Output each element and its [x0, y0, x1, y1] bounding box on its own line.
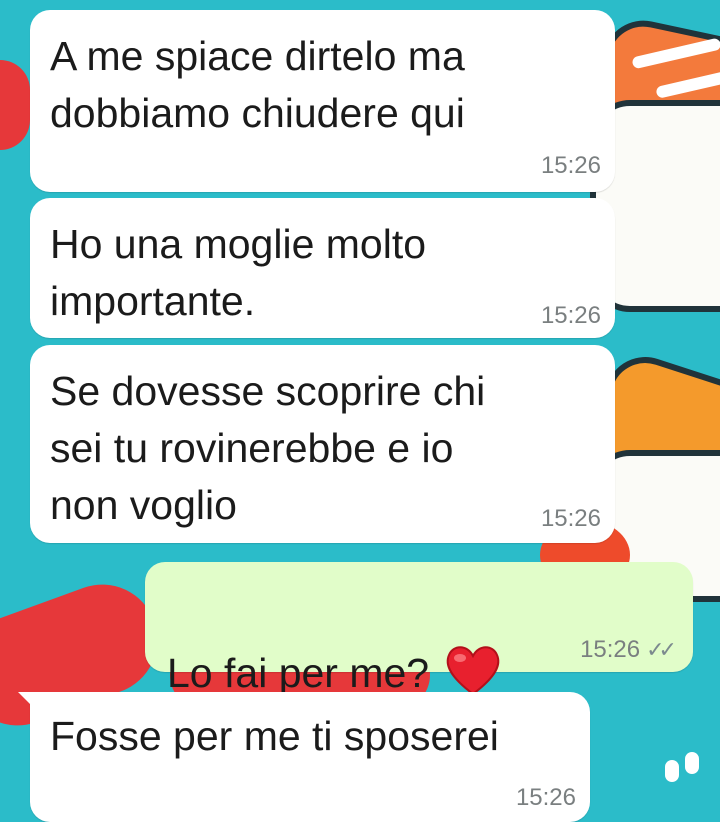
- timestamp-text: 15:26: [580, 636, 641, 663]
- message-text: Fosse per me ti sposerei: [50, 713, 499, 759]
- decoration-dot: [685, 752, 699, 774]
- message-bubble-outgoing[interactable]: Lo fai per me? 15:26 ✓✓: [145, 562, 693, 696]
- heart-emoji: [443, 642, 503, 698]
- message-bubble-incoming[interactable]: Ho una moglie molto importante. 15:26: [30, 198, 615, 338]
- message-text: Ho una moglie molto importante.: [50, 221, 427, 324]
- double-check-icon: ✓✓: [646, 637, 677, 662]
- decoration-dot: [665, 760, 679, 782]
- message-bubble-incoming[interactable]: Se dovesse scoprire chi sei tu rovinereb…: [30, 345, 615, 543]
- message-timestamp: 15:26 ✓✓: [580, 636, 677, 663]
- message-timestamp: 15:26: [540, 152, 601, 179]
- message-timestamp: 15:26: [515, 784, 576, 811]
- message-text: Se dovesse scoprire chi sei tu rovinereb…: [50, 368, 486, 528]
- message-timestamp: 15:26: [540, 302, 601, 329]
- message-text: A me spiace dirtelo ma dobbiamo chiudere…: [50, 33, 465, 136]
- message-bubble-incoming[interactable]: Fosse per me ti sposerei 15:26: [18, 692, 590, 822]
- message-timestamp: 15:26: [540, 505, 601, 532]
- message-text: Lo fai per me?: [167, 650, 430, 696]
- red-illustration: [0, 60, 30, 150]
- message-bubble-incoming[interactable]: A me spiace dirtelo ma dobbiamo chiudere…: [30, 10, 615, 192]
